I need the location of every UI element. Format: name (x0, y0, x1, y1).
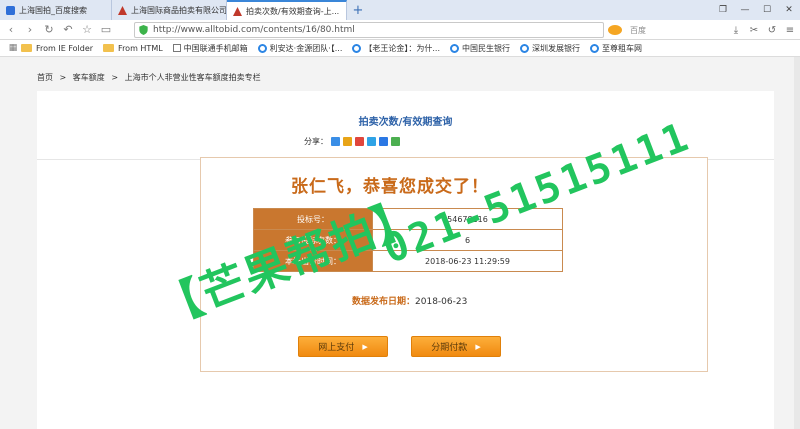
warning-icon (118, 5, 127, 15)
warning-icon (233, 6, 242, 16)
ie-icon (450, 43, 460, 53)
window-controls: ❐ — ☐ ✕ (712, 0, 800, 20)
bookmark-item[interactable]: From IE Folder (21, 44, 93, 53)
publish-date-value: 2018-06-23 (415, 297, 468, 307)
reader-icon[interactable]: ▭ (98, 22, 114, 38)
toolbar-right: ⤓ ✂ ↺ ≡ (728, 22, 800, 38)
grid-icon (172, 44, 181, 52)
bookmark-label: 深圳发展银行 (532, 43, 581, 53)
ie-icon (352, 43, 362, 53)
breadcrumb-car-quota[interactable]: 客车额度 (73, 73, 105, 82)
bookmark-label: 利安达·金源团队·【... (269, 43, 343, 53)
tab-label: 上海国拍_百度搜索 (19, 5, 87, 15)
share-label: 分享： (304, 137, 328, 146)
pay-online-label: 网上支付 (318, 343, 355, 353)
bookmark-item[interactable]: 利安达·金源团队·【... (257, 43, 343, 54)
folder-icon (21, 44, 32, 52)
back-icon[interactable]: ‹ (3, 22, 19, 38)
new-tab-button[interactable]: + (347, 0, 369, 20)
bookmark-label: 中国联通手机邮箱 (183, 43, 248, 53)
bookmark-label: From HTML (118, 43, 163, 53)
breadcrumb-current[interactable]: 上海市个人非营业性客车额度拍卖专栏 (125, 73, 261, 82)
installment-label: 分期付款 (431, 343, 468, 353)
tab-baidu[interactable]: 上海国拍_百度搜索 (0, 0, 112, 20)
bookmark-item[interactable]: 中国联通手机邮箱 (172, 43, 248, 54)
weibo-share-icon[interactable] (355, 137, 364, 146)
bookmark-item[interactable]: From HTML (103, 44, 163, 53)
refresh-icon[interactable]: ↻ (41, 22, 57, 38)
url-text: http://www.alltobid.com/contents/16/80.h… (153, 25, 355, 35)
bookmark-label: 至尊租车网 (602, 43, 643, 53)
maximize-icon[interactable]: ☐ (756, 0, 778, 20)
star-icon[interactable]: ☆ (79, 22, 95, 38)
bookmark-item[interactable]: 中国民生银行 (450, 43, 510, 54)
eye-icon (608, 25, 622, 35)
tab-alltobid-home[interactable]: 上海国际商品拍卖有限公司-... (112, 0, 227, 20)
search-engine-box[interactable]: 百度 (608, 22, 738, 38)
ie-icon (257, 43, 267, 53)
publish-date: 数据发布日期：2018-06-23 (352, 294, 467, 307)
shield-icon (139, 25, 148, 35)
breadcrumb-home[interactable]: 首页 (37, 73, 53, 82)
bookmark-label: 中国民生银行 (462, 43, 511, 53)
tab-label: 上海国际商品拍卖有限公司-... (131, 5, 227, 15)
bookmarks-bar: ▦ From IE Folder From HTML 中国联通手机邮箱 利安达·… (0, 40, 800, 57)
bookmark-label: From IE Folder (36, 43, 94, 53)
scrollbar[interactable] (794, 57, 800, 429)
grid-icon[interactable]: ▦ (5, 40, 21, 56)
wechat-share-icon[interactable] (391, 137, 400, 146)
baidu-paw-icon (6, 5, 15, 15)
forward-icon[interactable]: › (22, 22, 38, 38)
download-icon[interactable]: ⤓ (728, 22, 744, 38)
breadcrumb-sep: > (59, 73, 67, 82)
pay-online-button[interactable]: 网上支付 ▶ (298, 336, 388, 357)
tab-label: 拍卖次数/有效期查询-上... (246, 6, 340, 16)
tab-query[interactable]: 拍卖次数/有效期查询-上... ✕ (227, 0, 347, 20)
search-engine-label: 百度 (630, 25, 646, 35)
folder-icon (103, 44, 115, 52)
bookmark-item[interactable]: 深圳发展银行 (520, 43, 580, 54)
restore-icon[interactable]: ❐ (712, 0, 734, 20)
play-arrow-icon: ▶ (475, 342, 481, 351)
close-window-icon[interactable]: ✕ (778, 0, 800, 20)
breadcrumb-sep: > (111, 73, 119, 82)
bookmark-item[interactable]: 至尊租车网 (590, 43, 642, 54)
tab-bar: 上海国拍_百度搜索 上海国际商品拍卖有限公司-... 拍卖次数/有效期查询-上.… (0, 0, 800, 20)
bookmark-label: 【老王论金】：为什... (364, 43, 441, 53)
url-input[interactable]: http://www.alltobid.com/contents/16/80.h… (134, 22, 604, 38)
installment-button[interactable]: 分期付款 ▶ (411, 336, 501, 357)
ie-icon (590, 43, 600, 53)
ie-icon (520, 43, 530, 53)
renren-share-icon[interactable] (379, 137, 388, 146)
share-bar: 分享： (304, 136, 400, 147)
play-arrow-icon: ▶ (362, 342, 368, 351)
minimize-icon[interactable]: — (734, 0, 756, 20)
publish-date-label: 数据发布日期： (352, 297, 416, 307)
undo-close-icon[interactable]: ↺ (764, 22, 780, 38)
qzone-share-icon[interactable] (331, 137, 340, 146)
breadcrumb: 首页 > 客车额度 > 上海市个人非营业性客车额度拍卖专栏 (37, 72, 265, 83)
nav-bar: ‹ › ↻ ↶ ☆ ▭ http://www.alltobid.com/cont… (0, 20, 800, 40)
menu-icon[interactable]: ≡ (782, 22, 798, 38)
tencent-share-icon[interactable] (343, 137, 352, 146)
undo-icon[interactable]: ↶ (60, 22, 76, 38)
bookmark-item[interactable]: 【老王论金】：为什... (352, 43, 440, 54)
scissors-icon[interactable]: ✂ (746, 22, 762, 38)
tqq-share-icon[interactable] (367, 137, 376, 146)
